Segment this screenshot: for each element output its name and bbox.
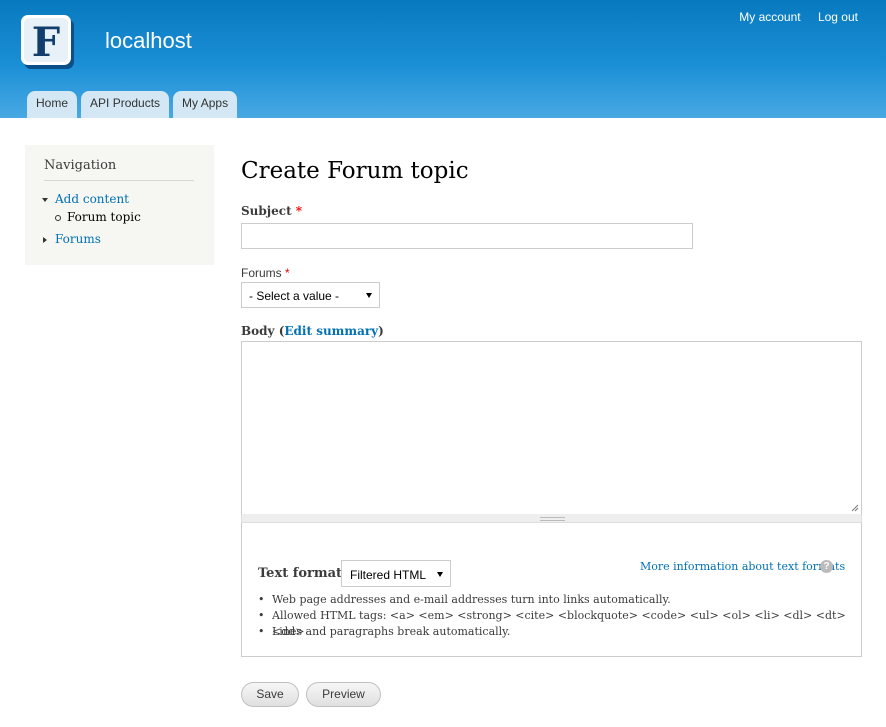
subject-label: Subject * [241, 204, 302, 218]
site-header: F localhost My account Log out Home API … [0, 0, 886, 118]
site-logo[interactable]: F [20, 14, 76, 71]
sidebar-item-forum-topic[interactable]: Forum topic [67, 210, 141, 224]
help-icon[interactable]: ? [820, 560, 833, 573]
guideline-item: Allowed HTML tags: <a> <em> <strong> <ci… [258, 608, 861, 638]
subject-label-text: Subject [241, 204, 292, 218]
navigation-title: Navigation [44, 158, 117, 173]
required-marker: * [285, 266, 290, 280]
tab-home[interactable]: Home [27, 91, 78, 118]
navigation-block: Navigation Add content Forum topic Forum… [25, 145, 214, 265]
chevron-down-icon [437, 571, 443, 577]
preview-button[interactable]: Preview [306, 682, 381, 707]
navigation-divider [44, 180, 194, 181]
subject-input[interactable] [241, 223, 693, 249]
filter-guidelines-list: Web page addresses and e-mail addresses … [258, 592, 861, 640]
forums-label: Forums * [241, 266, 290, 280]
body-label: Body (Edit summary) [241, 324, 384, 338]
forums-select[interactable]: - Select a value - [241, 282, 380, 308]
guideline-item: Web page addresses and e-mail addresses … [258, 592, 861, 608]
body-textarea[interactable] [241, 341, 862, 515]
required-marker: * [295, 204, 303, 218]
page-title: Create Forum topic [241, 158, 469, 184]
text-format-select[interactable]: Filtered HTML [341, 560, 451, 587]
textarea-resize-grip[interactable] [241, 514, 862, 523]
resize-corner-icon [851, 504, 859, 512]
text-format-value: Filtered HTML [350, 568, 427, 582]
text-format-label: Text format [258, 566, 343, 581]
main-menu-tabs: Home API Products My Apps [27, 91, 241, 118]
secondary-menu: My account Log out [725, 10, 858, 24]
body-label-prefix: Body ( [241, 324, 285, 338]
add-content-link[interactable]: Add content [55, 192, 129, 206]
forums-link[interactable]: Forums [55, 232, 101, 246]
collapsed-arrow-icon [43, 237, 47, 243]
tab-api-products[interactable]: API Products [81, 91, 170, 118]
site-name[interactable]: localhost [105, 28, 192, 54]
forums-label-text: Forums [241, 266, 282, 280]
more-info-text-formats-link[interactable]: More information about text formats [640, 560, 845, 573]
forums-select-value: - Select a value - [249, 289, 340, 303]
bullet-circle-icon [55, 215, 61, 221]
body-label-suffix: ) [378, 324, 384, 338]
sidebar-item-forums[interactable]: Forums [55, 232, 101, 246]
save-button[interactable]: Save [241, 682, 299, 707]
tab-my-apps[interactable]: My Apps [173, 91, 238, 118]
text-format-wrapper: Text format Filtered HTML More informati… [241, 523, 862, 657]
grip-lines-icon [540, 517, 565, 521]
log-out-link[interactable]: Log out [818, 10, 858, 24]
expanded-arrow-icon [42, 198, 48, 202]
my-account-link[interactable]: My account [739, 10, 800, 24]
edit-summary-link[interactable]: Edit summary [284, 324, 378, 338]
logo-letter: F [32, 19, 60, 66]
chevron-down-icon [366, 293, 372, 298]
sidebar-item-add-content[interactable]: Add content [55, 192, 129, 206]
guideline-item: Lines and paragraphs break automatically… [258, 624, 861, 640]
